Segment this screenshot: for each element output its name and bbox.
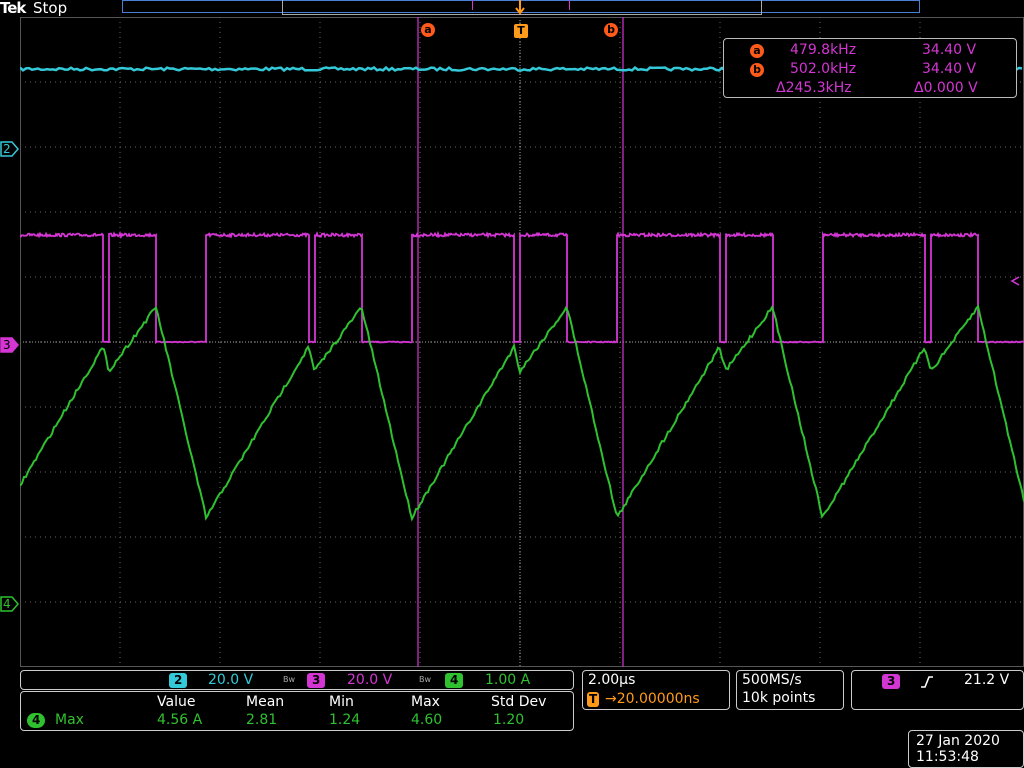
cursor-a-marker[interactable]: a <box>421 23 435 37</box>
channel-3-bandwidth-icon: Bw <box>419 675 432 684</box>
cursor-a-frequency: 479.8kHz <box>790 42 857 58</box>
datetime-panel: 27 Jan 2020 11:53:48 <box>908 730 1024 768</box>
cursor-b-marker[interactable]: b <box>604 23 618 37</box>
cursor-delta-frequency: Δ245.3kHz <box>776 80 852 96</box>
cursor-delta-row: Δ245.3kHz Δ0.000 V <box>724 80 1016 99</box>
channel-2-marker-label: 2 <box>3 142 11 156</box>
header-min: Min <box>329 694 354 710</box>
channel-scales-bar[interactable]: 2 20.0 V Bw 3 20.0 V Bw 4 1.00 A <box>20 670 574 690</box>
channel-4-badge[interactable]: 4 <box>445 673 464 688</box>
trigger-delay-icon: T <box>587 692 600 707</box>
cursor-delta-voltage: Δ0.000 V <box>914 80 978 96</box>
cursor-b-frequency: 502.0kHz <box>790 61 857 77</box>
channel-2-scale[interactable]: 20.0 V <box>208 672 253 688</box>
rising-edge-icon[interactable] <box>920 674 934 688</box>
time: 11:53:48 <box>916 749 979 765</box>
record-points[interactable]: 10k points <box>742 690 815 706</box>
measurement-std-dev: 1.20 <box>493 712 525 728</box>
channel-4-ground-marker[interactable]: 4 <box>0 596 20 612</box>
acquisition-panel[interactable]: 500MS/s 10k points <box>736 670 844 710</box>
header-std-dev: Std Dev <box>491 694 547 710</box>
channel-4-scale[interactable]: 1.00 A <box>485 672 530 688</box>
measurement-mean: 2.81 <box>246 712 278 728</box>
cursor-b-voltage: 34.40 V <box>922 61 977 77</box>
header-mean: Mean <box>246 694 285 710</box>
horizontal-panel[interactable]: 2.00µs T →20.00000ns <box>582 670 730 710</box>
channel-3-badge[interactable]: 3 <box>307 673 326 688</box>
measurement-max: 4.60 <box>411 712 443 728</box>
date: 27 Jan 2020 <box>916 733 1000 749</box>
channel-3-scale[interactable]: 20.0 V <box>347 672 392 688</box>
cursor-a-voltage: 34.40 V <box>922 42 977 58</box>
channel-3-marker-label: 3 <box>3 338 11 352</box>
channel-2-bandwidth-icon: Bw <box>283 675 296 684</box>
channel-2-badge[interactable]: 2 <box>169 673 188 688</box>
channel-4-marker-label: 4 <box>3 597 11 611</box>
acquisition-status: Stop <box>33 0 68 17</box>
trigger-level-icon[interactable] <box>1010 271 1020 286</box>
channel-3-waveform <box>20 230 1024 345</box>
waveform-display[interactable] <box>20 17 1024 667</box>
trigger-level[interactable]: 21.2 V <box>964 672 1009 688</box>
cursor-a-row: a 479.8kHz 34.40 V <box>724 42 1016 61</box>
header-max: Max <box>411 694 440 710</box>
sample-rate[interactable]: 500MS/s <box>742 672 802 688</box>
top-status-bar: Tek Stop <box>0 0 1024 17</box>
cursor-b-row: b 502.0kHz 34.40 V <box>724 61 1016 80</box>
measurement-min: 1.24 <box>329 712 361 728</box>
trigger-marker[interactable]: T <box>514 24 528 38</box>
channel-4-waveform <box>20 304 1024 522</box>
time-per-division[interactable]: 2.00µs <box>588 672 635 688</box>
cursor-readout-panel: a 479.8kHz 34.40 V b 502.0kHz 34.40 V Δ2… <box>723 38 1017 98</box>
measurement-type: Max <box>55 712 84 728</box>
horizontal-delay[interactable]: →20.00000ns <box>605 691 700 707</box>
measurement-source-badge: 4 <box>27 713 46 728</box>
trigger-panel[interactable]: 3 21.2 V <box>851 670 1024 710</box>
trigger-source-badge[interactable]: 3 <box>882 674 901 689</box>
cursor-a-badge: a <box>750 44 764 58</box>
measurement-panel[interactable]: 4 Max Value Mean Min Max Std Dev 4.56 A … <box>20 691 574 731</box>
brand-logo: Tek <box>0 0 26 17</box>
channel-3-ground-marker[interactable]: 3 <box>0 337 20 353</box>
channel-2-ground-marker[interactable]: 2 <box>0 141 20 157</box>
cursor-b-badge: b <box>750 63 764 77</box>
header-value: Value <box>157 694 196 710</box>
trigger-position-icon[interactable] <box>514 0 526 16</box>
measurement-value: 4.56 A <box>157 712 203 728</box>
